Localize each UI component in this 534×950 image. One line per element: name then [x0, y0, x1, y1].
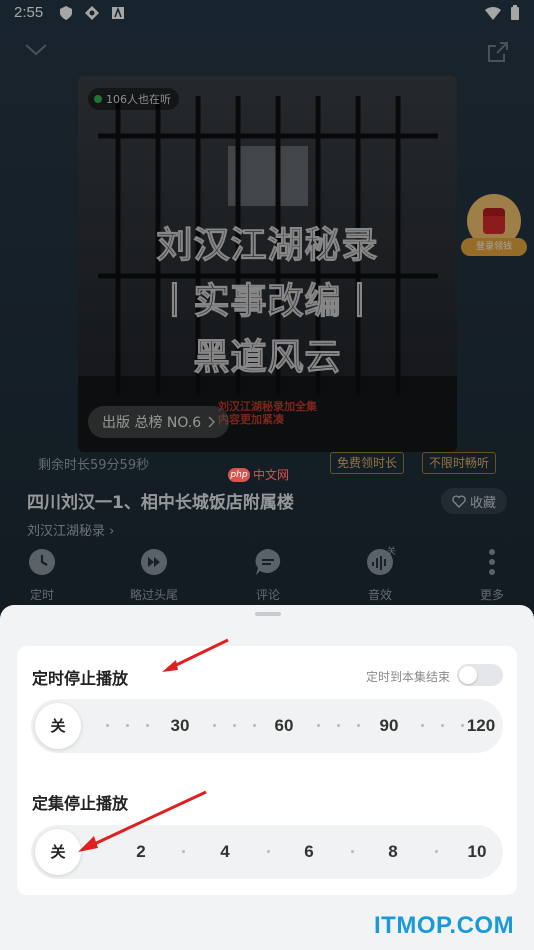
watermark-brand: ITMOP.COM	[374, 912, 515, 939]
tick	[461, 724, 464, 727]
timer-slider-knob[interactable]: 关	[35, 703, 81, 749]
end-of-episode-toggle[interactable]	[457, 664, 503, 686]
tick	[213, 724, 216, 727]
php-logo: php	[228, 467, 250, 482]
timer-stop-90[interactable]: 90	[380, 699, 399, 753]
toggle-knob	[459, 666, 477, 684]
tick	[441, 724, 444, 727]
tick	[253, 724, 256, 727]
tick	[146, 724, 149, 727]
episode-stop-8[interactable]: 8	[388, 825, 397, 879]
timer-stop-60[interactable]: 60	[275, 699, 294, 753]
timer-section-title: 定时停止播放	[32, 669, 129, 688]
timer-settings-card: 定时停止播放 定时到本集结束 关 30 60 90 120 定集停止播放 关 2	[17, 646, 517, 895]
episode-section-title: 定集停止播放	[32, 794, 129, 813]
tick	[126, 724, 129, 727]
tick	[182, 850, 185, 853]
tick	[233, 724, 236, 727]
tick	[421, 724, 424, 727]
episode-stop-4[interactable]: 4	[220, 825, 229, 879]
watermark-site: 中文网	[253, 468, 290, 482]
modal-overlay[interactable]	[0, 0, 534, 620]
tick	[267, 850, 270, 853]
sheet-drag-handle[interactable]	[255, 612, 281, 616]
end-of-episode-label: 定时到本集结束	[365, 670, 450, 684]
tick	[106, 724, 109, 727]
tick	[317, 724, 320, 727]
episode-slider-knob[interactable]: 关	[35, 829, 81, 875]
tick	[357, 724, 360, 727]
episode-stop-6[interactable]: 6	[304, 825, 313, 879]
episode-stop-2[interactable]: 2	[136, 825, 145, 879]
timer-bottom-sheet: 定时停止播放 定时到本集结束 关 30 60 90 120 定集停止播放 关 2	[0, 605, 534, 950]
timer-stop-120[interactable]: 120	[467, 699, 495, 753]
episode-slider[interactable]: 关 2 4 6 8 10	[31, 825, 503, 879]
timer-slider[interactable]: 关 30 60 90 120	[31, 699, 503, 753]
tick	[351, 850, 354, 853]
timer-stop-30[interactable]: 30	[171, 699, 190, 753]
tick	[435, 850, 438, 853]
tick	[337, 724, 340, 727]
watermark-php: php 中文网	[228, 466, 289, 483]
episode-stop-10[interactable]: 10	[468, 825, 487, 879]
